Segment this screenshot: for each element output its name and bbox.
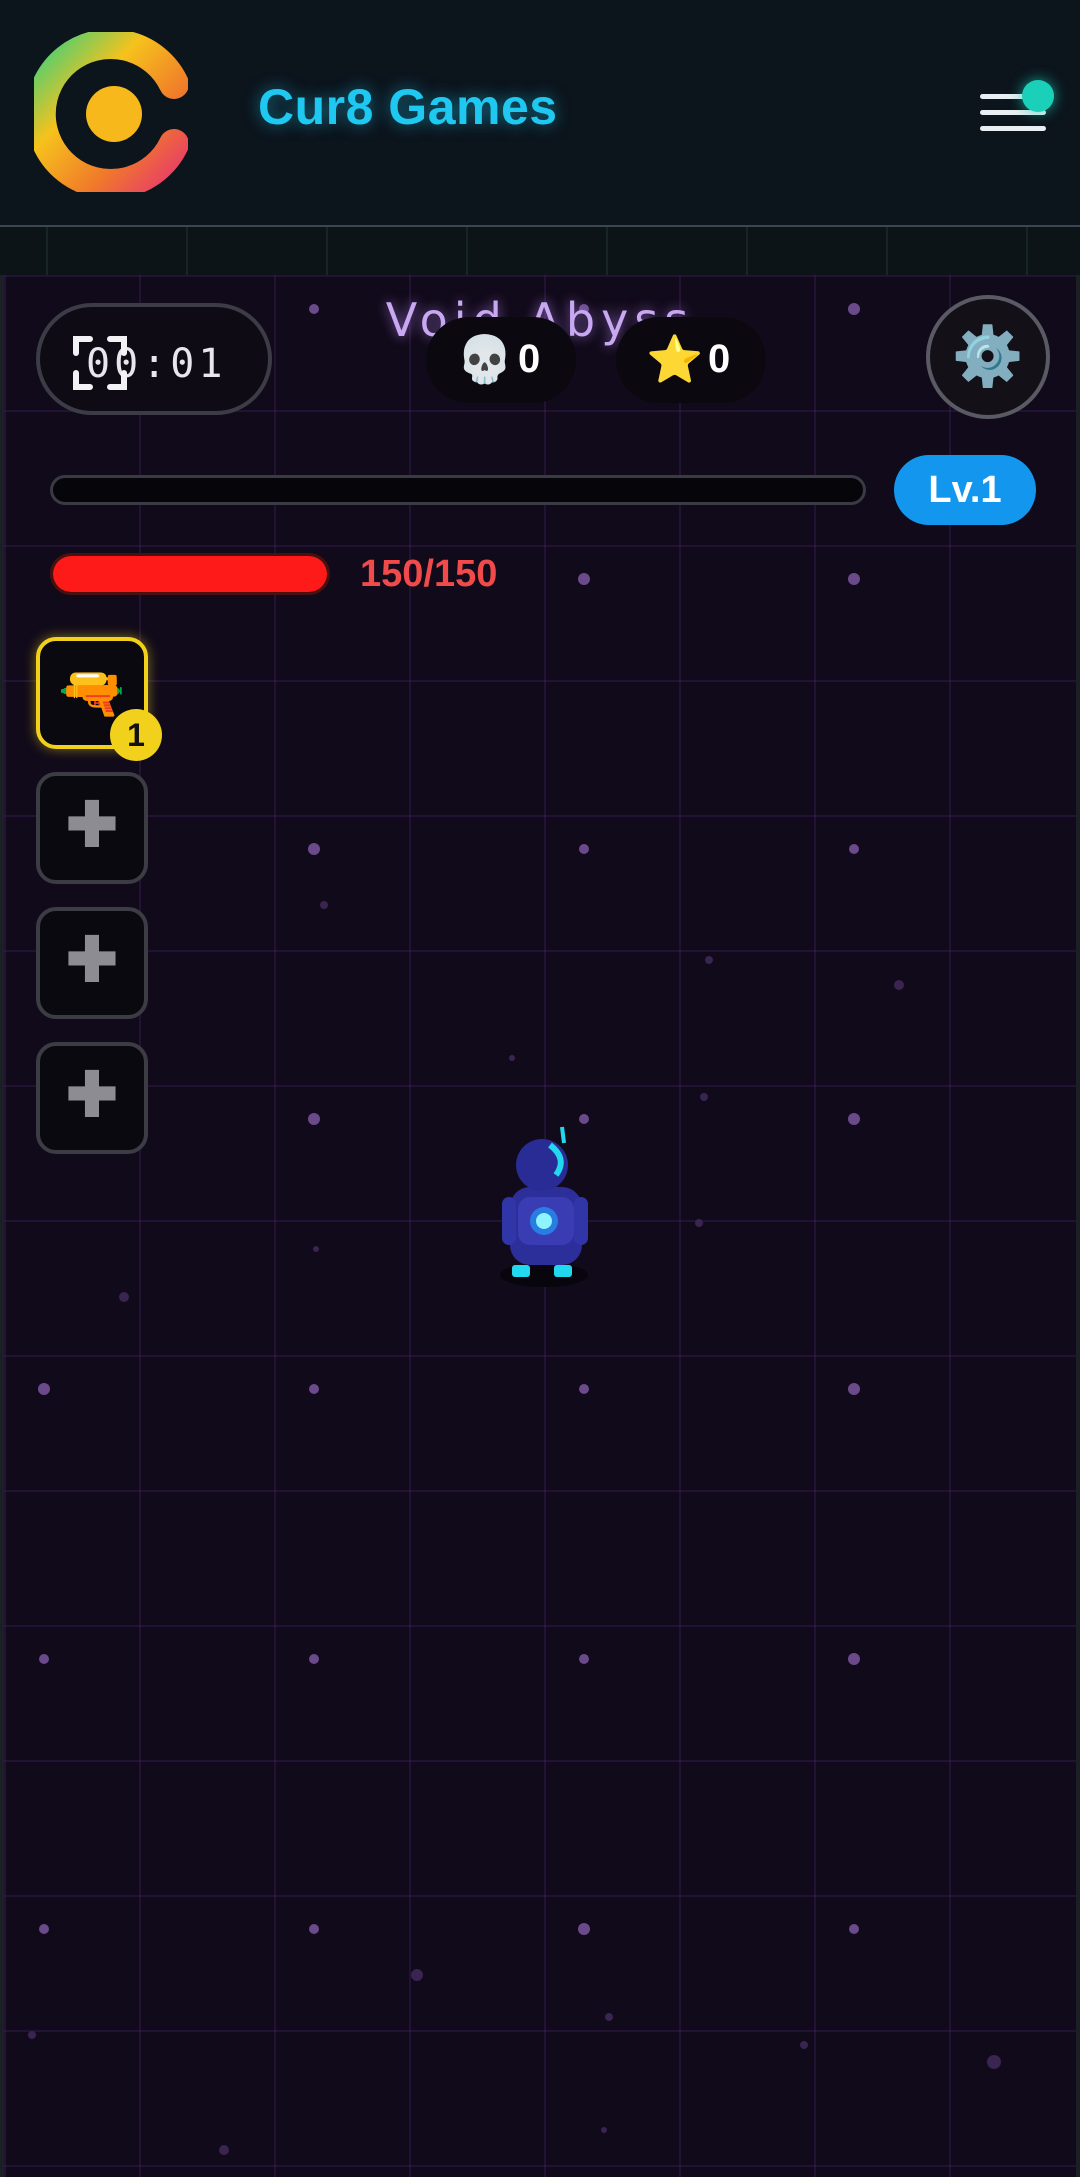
hamburger-menu-icon[interactable] bbox=[972, 80, 1064, 150]
health-bar bbox=[50, 553, 330, 595]
weapon-slot-3[interactable]: ✚ bbox=[36, 907, 148, 1019]
health-bar-fill bbox=[53, 556, 327, 592]
weapon-slot-4[interactable]: ✚ bbox=[36, 1042, 148, 1154]
star-count: 0 bbox=[708, 337, 731, 381]
plus-icon: ✚ bbox=[66, 791, 118, 860]
cur8-logo-icon[interactable] bbox=[34, 32, 188, 192]
brand-title: Cur8 Games bbox=[258, 79, 558, 135]
star-icon: ⭐ bbox=[646, 333, 704, 385]
skull-icon: 💀 bbox=[456, 333, 514, 385]
game-canvas[interactable]: 00:01 Void Abyss 💀 0 ⭐ 0 ⚙️ Lv.1 150/150… bbox=[0, 275, 1080, 2177]
notification-dot bbox=[1022, 80, 1054, 112]
xp-bar bbox=[50, 475, 866, 505]
header-divider-strip bbox=[0, 227, 1080, 275]
weapon-level-badge: 1 bbox=[110, 709, 162, 761]
weapon-slot-1[interactable]: 🔫 1 bbox=[36, 637, 162, 761]
app-header: Cur8 Games bbox=[0, 0, 1080, 227]
player-robot-character[interactable] bbox=[484, 1125, 604, 1295]
star-counter: ⭐ 0 bbox=[616, 317, 766, 403]
pistol-icon: 🔫 bbox=[58, 663, 126, 723]
kill-counter: 💀 0 bbox=[426, 317, 576, 403]
weapon-slot-2[interactable]: ✚ bbox=[36, 772, 148, 884]
level-badge: Lv.1 bbox=[894, 455, 1036, 525]
kill-count: 0 bbox=[518, 337, 541, 381]
health-text: 150/150 bbox=[360, 553, 498, 595]
plus-icon: ✚ bbox=[66, 1061, 118, 1130]
gear-icon[interactable]: ⚙️ bbox=[926, 295, 1050, 419]
plus-icon: ✚ bbox=[66, 926, 118, 995]
